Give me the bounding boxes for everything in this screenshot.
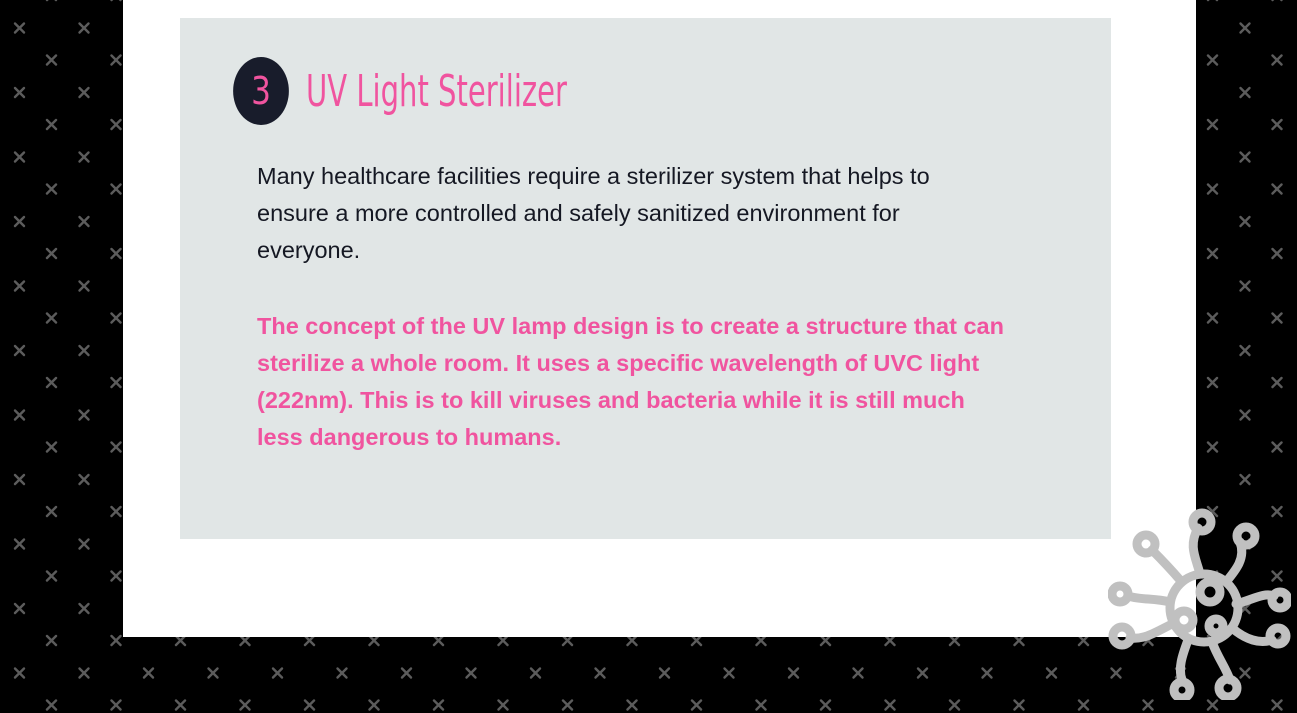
intro-paragraph: Many healthcare facilities require a ste… — [257, 163, 930, 263]
highlight-paragraph: The concept of the UV lamp design is to … — [257, 313, 1004, 450]
content-card: 3 UV Light Sterilizer Many healthcare fa… — [123, 0, 1196, 637]
step-number-badge: 3 — [233, 57, 289, 125]
feature-panel: 3 UV Light Sterilizer Many healthcare fa… — [180, 18, 1111, 539]
section-title: UV Light Sterilizer — [306, 66, 567, 117]
virus-icon — [1108, 508, 1291, 700]
